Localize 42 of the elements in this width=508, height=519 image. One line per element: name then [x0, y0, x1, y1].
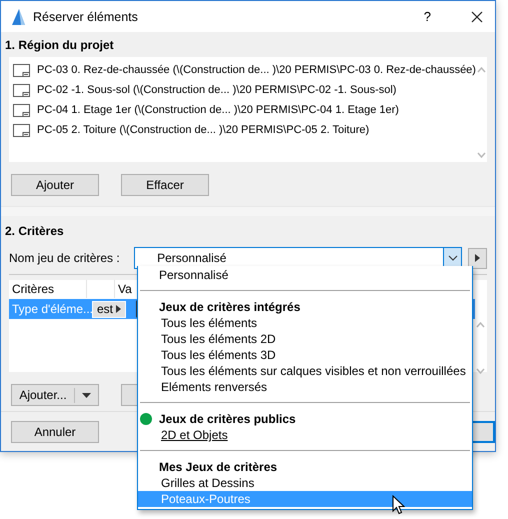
scroll-up-icon[interactable] [476, 67, 486, 73]
cancel-button[interactable]: Annuler [11, 420, 99, 442]
close-icon[interactable] [471, 10, 483, 22]
section-heading: 2. Critères [5, 223, 65, 240]
group-heading: Jeux de critères intégrés [159, 300, 300, 314]
app-logo-icon [11, 8, 27, 26]
story-item[interactable]: PC-04 1. Etage 1er (\(Construction de... )\20 PERMIS\PC-04 1. Etage 1er) [9, 100, 476, 120]
scroll-up-icon[interactable] [476, 322, 484, 328]
column-header[interactable]: Critères [9, 280, 87, 298]
menu-item[interactable]: Tous les éléments 2D [138, 331, 472, 347]
menu-item[interactable]: Grilles at Dessins [138, 475, 472, 491]
scroll-down-icon[interactable] [476, 368, 484, 374]
group-heading: Jeux de critères publics [159, 412, 296, 426]
group-heading: Mes Jeux de critères [159, 460, 278, 474]
operator-button[interactable]: est [92, 300, 126, 318]
story-item[interactable]: PC-05 2. Toiture (\(Construction de... )\20 PERMIS\PC-05 2. Toiture) [9, 120, 476, 140]
chevron-down-icon [448, 255, 458, 261]
story-icon [13, 104, 30, 116]
window-title: Réserver éléments [33, 10, 139, 24]
menu-item[interactable]: 2D et Objets [138, 427, 472, 443]
add-split-button[interactable]: Ajouter... [11, 384, 99, 406]
dialog-button[interactable]: Effacer [121, 174, 209, 196]
story-item[interactable]: PC-03 0. Rez-de-chaussée (\(Construction de... )\20 PERMIS\PC-03 0. Rez-de-chaussée) [9, 60, 476, 80]
menu-item[interactable]: Tous les éléments [138, 315, 472, 331]
dialog-button[interactable]: Ajouter [11, 174, 99, 196]
menu-item[interactable]: Personnalisé [138, 267, 472, 283]
table-cell-text: Type d'éléme... [11, 302, 92, 316]
story-icon [13, 64, 30, 76]
story-icon [13, 124, 30, 136]
menu-item[interactable]: Tous les éléments 3D [138, 347, 472, 363]
story-icon [13, 84, 30, 96]
menu-item[interactable]: Tous les éléments sur calques visibles et non verrouillées [138, 363, 472, 379]
triangle-right-icon [475, 254, 480, 262]
menu-arrow-button[interactable] [468, 248, 487, 268]
criteria-set-label: Nom jeu de critères : [9, 251, 121, 265]
section-heading: 1. Région du projet [5, 37, 115, 54]
story-item[interactable]: PC-02 -1. Sous-sol (\(Construction de... )\20 PERMIS\PC-02 -1. Sous-sol) [9, 80, 476, 100]
triangle-right-icon [116, 305, 122, 313]
scroll-down-icon[interactable] [476, 152, 486, 158]
help-button[interactable]: ? [424, 9, 431, 24]
caret-down-icon [82, 392, 91, 398]
menu-item[interactable]: Eléments renversés [138, 379, 472, 395]
